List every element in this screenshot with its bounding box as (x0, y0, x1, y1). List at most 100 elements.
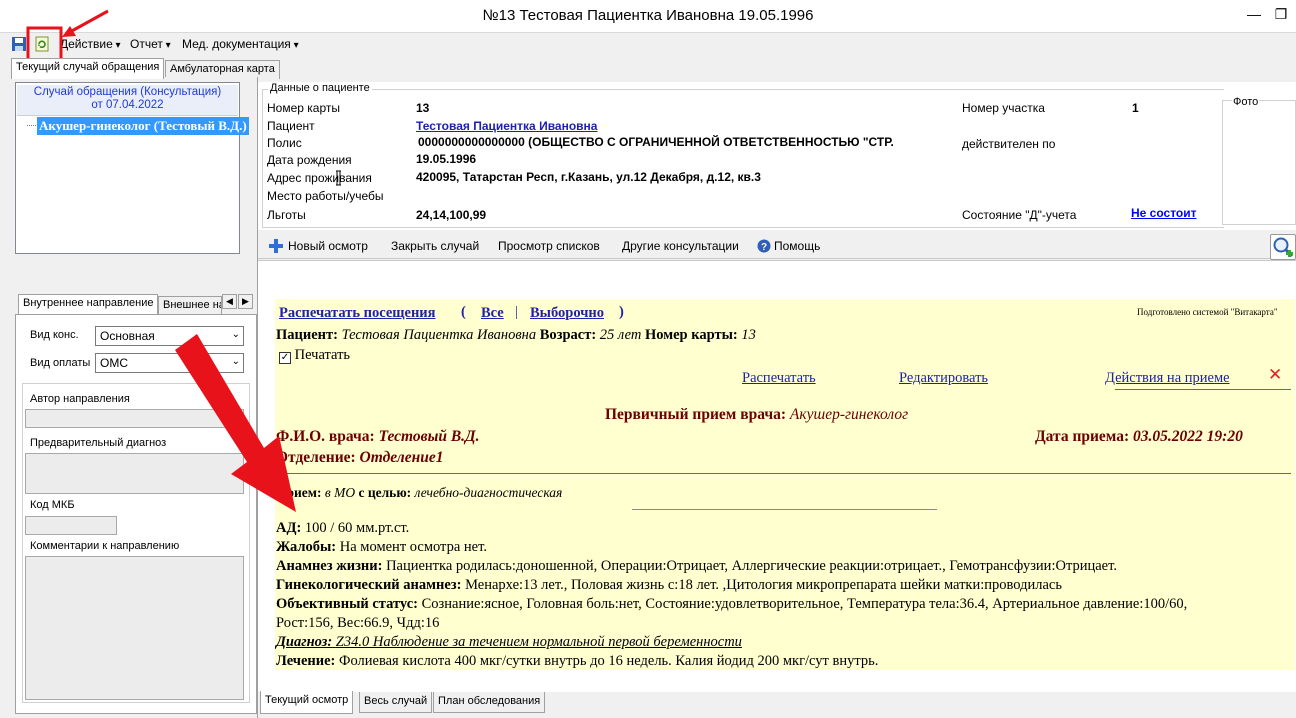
prelim-diag-label: Предварительный диагноз (30, 437, 167, 449)
gyn-value: Менархе:13 лет., Половая жизнь с:18 лет.… (465, 577, 1062, 593)
district-label: Номер участка (962, 101, 1045, 115)
close-case-button[interactable]: Закрыть случай (391, 239, 479, 253)
gyn-label: Гинекологический анамнез: (276, 577, 462, 593)
diagnosis-value: Z34.0 Наблюдение за течением нормальной … (335, 634, 742, 650)
other-consult-button[interactable]: Другие консультации (622, 239, 739, 253)
refresh-icon[interactable] (34, 36, 50, 52)
tree-node-visit[interactable]: Акушер-гинеколог (Тестовый В.Д.) (37, 117, 249, 135)
all-link[interactable]: Все (481, 305, 504, 322)
tab-internal-direction[interactable]: Внутреннее направление (18, 294, 158, 314)
d-status-label: Состояние "Д"-учета (962, 208, 1077, 222)
pay-select[interactable]: ОМС ⌄ (95, 353, 244, 373)
complaints-line: Жалобы: На момент осмотра нет. (276, 539, 487, 556)
doc-card-label: Номер карты: (644, 327, 738, 343)
policy-value: 0000000000000000 (ОБЩЕСТВО С ОГРАНИЧЕННО… (418, 135, 894, 149)
reception-line: Прием: в МО с целью: лечебно-диагностиче… (276, 485, 562, 501)
chevron-down-icon: ⌄ (231, 329, 240, 340)
address-value: 420095, Татарстан Респ, г.Казань, ул.12 … (416, 170, 761, 184)
reception-label: Прием: (276, 485, 322, 500)
pay-value: ОМС (100, 356, 128, 370)
treatment-line: Лечение: Фолиевая кислота 400 мкг/сутки … (276, 653, 878, 670)
edit-link[interactable]: Редактировать (899, 370, 988, 387)
benefits-label: Льготы (267, 208, 306, 222)
plus-icon (269, 239, 283, 253)
benefits-value: 24,14,100,99 (416, 208, 487, 222)
visit-document: Распечатать посещения ( Все | Выборочно … (275, 299, 1295, 670)
print-checkbox-row[interactable]: ✓ Печатать (279, 347, 350, 364)
print-checkbox[interactable]: ✓ (279, 352, 291, 364)
link-separator: | (515, 304, 518, 320)
card-value: 13 (416, 101, 430, 115)
visit-title-label: Первичный прием врача: (605, 406, 787, 423)
prelim-diag-field[interactable] (25, 453, 244, 494)
tab-scroll-right-icon[interactable]: ▶ (238, 294, 253, 309)
dob-value: 19.05.1996 (416, 152, 477, 166)
patient-line-value: Тестовая Пациентка Ивановна (341, 327, 537, 343)
work-label: Место работы/учебы (267, 189, 384, 203)
tab-current-case[interactable]: Текущий случай обращения (11, 58, 165, 79)
card-label: Номер карты (267, 101, 340, 115)
patient-data-frame (262, 89, 1224, 228)
doctor-value: Тестовый В.Д. (378, 428, 480, 445)
zoom-button[interactable] (1270, 234, 1296, 260)
doctor-line: Ф.И.О. врача: Тестовый В.Д. (276, 428, 480, 446)
new-exam-button[interactable]: Новый осмотр (288, 239, 368, 253)
actions-underline (1115, 389, 1291, 390)
d-status-link[interactable]: Не состоит (1131, 206, 1197, 220)
case-header[interactable]: Случай обращения (Консультация) от 07.04… (17, 85, 238, 116)
patient-label: Пациент (267, 119, 315, 133)
photo-frame (1222, 100, 1296, 225)
save-icon[interactable] (11, 36, 27, 52)
close-icon[interactable]: ✕ (1268, 365, 1282, 385)
print-link[interactable]: Распечатать (742, 370, 816, 387)
objective-value: Сознание:ясное, Головная боль:нет, Состо… (421, 596, 1188, 612)
menu-report[interactable]: Отчет (130, 37, 171, 51)
complaints-value: На момент осмотра нет. (339, 539, 487, 555)
dob-label: Дата рождения (267, 153, 352, 167)
mkb-field[interactable] (25, 516, 117, 535)
author-field[interactable] (25, 409, 244, 428)
restore-button[interactable]: ❐ (1270, 4, 1292, 26)
view-lists-button[interactable]: Просмотр списков (498, 239, 600, 253)
pay-label: Вид оплаты (30, 357, 91, 369)
magnifier-icon (1273, 237, 1294, 258)
case-header-line2: от 07.04.2022 (91, 99, 164, 111)
age-label: Возраст: (539, 327, 597, 343)
diagnosis-label: Диагноз: (276, 634, 333, 650)
prepared-by-note: Подготовлено системой "Витакарта" (1137, 307, 1278, 317)
bp-label: АД: (276, 520, 302, 536)
anamnesis-line: Анамнез жизни: Пациентка родилась:доноше… (276, 558, 1117, 575)
patient-line: Пациент: Тестовая Пациентка Ивановна Воз… (276, 327, 756, 344)
section-divider (275, 473, 1291, 474)
tab-scroll-left-icon[interactable]: ◀ (222, 294, 237, 309)
district-value: 1 (1132, 101, 1139, 115)
help-icon: ? (757, 239, 771, 253)
comment-field[interactable] (25, 556, 244, 700)
patient-line-label: Пациент: (276, 327, 338, 343)
svg-text:?: ? (761, 242, 767, 253)
kind-value: Основная (100, 329, 155, 343)
selective-link[interactable]: Выборочно (530, 305, 604, 322)
patient-link[interactable]: Тестовая Пациентка Ивановна (416, 119, 597, 133)
mkb-label: Код МКБ (30, 499, 75, 511)
bp-value: 100 / 60 мм.рт.ст. (304, 520, 410, 536)
tab-current-exam[interactable]: Текущий осмотр (260, 691, 354, 714)
anamnesis-value: Пациентка родилась:доношенной, Операции:… (386, 558, 1117, 574)
goal-label: с целью: (358, 485, 412, 500)
print-visits-link[interactable]: Распечатать посещения (279, 305, 436, 322)
minimize-button[interactable]: — (1243, 4, 1265, 26)
menu-med-docs[interactable]: Мед. документация (182, 37, 299, 51)
menu-action[interactable]: Действие (60, 37, 121, 51)
cursor-icon (336, 170, 341, 186)
goal-value: лечебно-диагностическая (414, 485, 563, 500)
tab-exam-plan[interactable]: План обследования (433, 692, 546, 713)
actions-link[interactable]: Действия на приеме (1105, 370, 1230, 387)
tab-whole-case[interactable]: Весь случай (359, 692, 433, 713)
address-label: Адрес проживания (267, 171, 372, 185)
kind-select[interactable]: Основная ⌄ (95, 326, 244, 346)
paren-close: ) (619, 304, 624, 320)
help-button[interactable]: Помощь (774, 239, 820, 253)
doctor-label: Ф.И.О. врача: (276, 428, 375, 445)
dept-line: Отделение: Отделение1 (276, 449, 443, 467)
tab-external-direction[interactable]: Внешнее на (158, 296, 222, 314)
